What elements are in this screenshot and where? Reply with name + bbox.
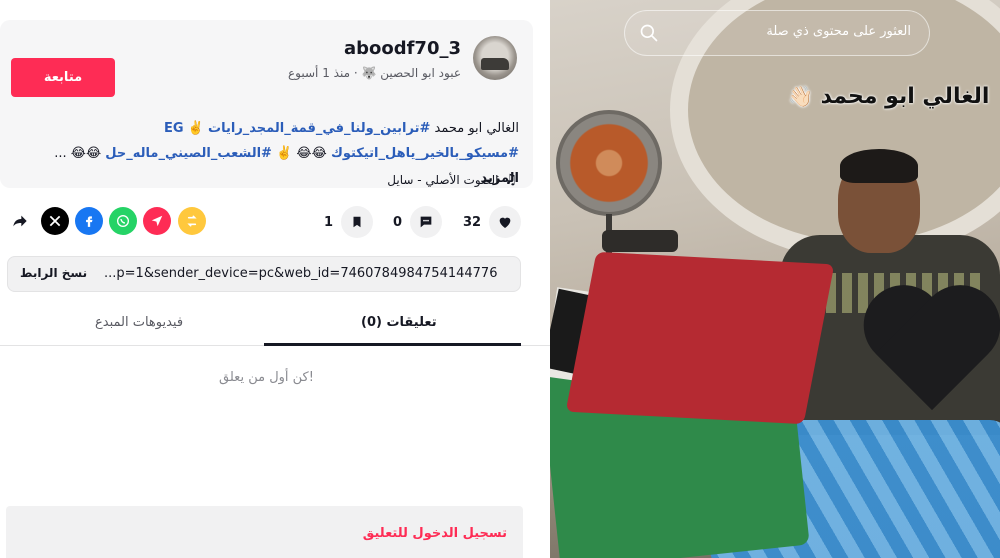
login-to-comment-bar[interactable]: تسجيل الدخول للتعليق <box>6 506 523 558</box>
separator-dot: · <box>353 66 358 80</box>
like-count: 32 <box>463 214 482 230</box>
music-note-icon: ♫ <box>504 172 517 188</box>
copy-link-button[interactable]: نسخ الرابط <box>20 266 87 280</box>
laugh-emoji: 😂😂 <box>296 146 327 161</box>
laugh-emoji: 😂😂 <box>70 146 102 161</box>
music-link[interactable]: ♫ الصوت الأصلي - سايل <box>387 172 517 188</box>
copy-link-bar: ...p=1&sender_device=pc&web_id=746078498… <box>7 256 521 292</box>
post-info-card: aboodf70_3 عبود ابو الحصين 🐺 · منذ 1 أسب… <box>0 20 533 188</box>
overlay-caption: الغالي ابو محمد <box>820 84 990 109</box>
facebook-icon[interactable] <box>75 207 103 235</box>
like-action[interactable]: 32 <box>463 206 522 238</box>
flag-red-triangle <box>565 251 835 425</box>
black-heart-sticker <box>862 290 1000 440</box>
link-url: ...p=1&sender_device=pc&web_id=746078498… <box>104 266 498 281</box>
post-detail-panel: aboodf70_3 عبود ابو الحصين 🐺 · منذ 1 أسب… <box>0 0 550 558</box>
search-placeholder: العثور على محتوى ذي صلة <box>766 24 911 39</box>
tab-comments[interactable]: تعليقات (0) <box>361 315 437 330</box>
send-to-friend-icon[interactable] <box>143 207 171 235</box>
video-stool <box>602 230 678 252</box>
victory-emoji: ✌️ <box>276 146 293 161</box>
x-icon[interactable] <box>41 207 69 235</box>
bookmark-icon[interactable] <box>341 206 374 238</box>
login-to-comment-link[interactable]: تسجيل الدخول للتعليق <box>363 526 507 541</box>
follow-button[interactable]: متابعة <box>11 58 115 97</box>
description-text: الغالي ابو محمد <box>430 121 519 136</box>
empty-comments-message: كن أول من يعلق! <box>219 370 314 385</box>
post-time: منذ 1 أسبوع <box>288 66 350 80</box>
username[interactable]: aboodf70_3 <box>344 38 461 59</box>
music-label: الصوت الأصلي - سايل <box>387 173 499 187</box>
video-overlay-text: الغالي ابو محمد 👋🏻 <box>788 84 989 109</box>
victory-emoji: ✌️ <box>187 121 204 136</box>
active-tab-indicator <box>264 343 521 346</box>
tab-creator-videos[interactable]: فيديوهات المبدع <box>95 315 183 330</box>
comment-tabs: تعليقات (0) فيديوهات المبدع <box>0 306 550 346</box>
save-count: 1 <box>324 214 334 230</box>
hashtag-link[interactable]: #مسيكو_بالخير_ياهل_اتيكتوك <box>331 146 519 161</box>
hashtag-link[interactable]: #ترابين_ولنا_في_قمة_المجد_رايات <box>208 121 430 136</box>
comment-count: 0 <box>393 214 403 230</box>
action-bar: 32 0 1 <box>0 204 533 240</box>
hashtag-eg-link[interactable]: EG <box>164 121 184 136</box>
person-hair <box>840 149 918 183</box>
author-subline: عبود ابو الحصين 🐺 · منذ 1 أسبوع <box>288 66 461 80</box>
description-line-1: الغالي ابو محمد #ترابين_ولنا_في_قمة_المج… <box>9 116 519 141</box>
avatar[interactable] <box>473 36 517 80</box>
display-name[interactable]: عبود ابو الحصين <box>380 66 461 80</box>
wolf-emoji-icon: 🐺 <box>361 66 377 80</box>
comment-action[interactable]: 0 <box>393 206 443 238</box>
video-search-bar[interactable]: العثور على محتوى ذي صلة <box>624 10 930 56</box>
forward-icon[interactable] <box>6 207 34 235</box>
waving-hand-icon: 👋🏻 <box>788 84 813 108</box>
hashtag-link[interactable]: #الشعب_الصيني_ماله_حل <box>105 146 272 161</box>
repost-icon[interactable] <box>178 207 206 235</box>
save-action[interactable]: 1 <box>324 206 374 238</box>
search-icon[interactable] <box>639 23 659 43</box>
heart-icon[interactable] <box>489 206 522 238</box>
video-fan <box>556 110 662 216</box>
ellipsis: ... <box>54 146 67 161</box>
whatsapp-icon[interactable] <box>109 207 137 235</box>
video-player[interactable]: الغالي ابو محمد 👋🏻 العثور على محتوى ذي ص… <box>550 0 1000 558</box>
comment-icon[interactable] <box>410 206 443 238</box>
